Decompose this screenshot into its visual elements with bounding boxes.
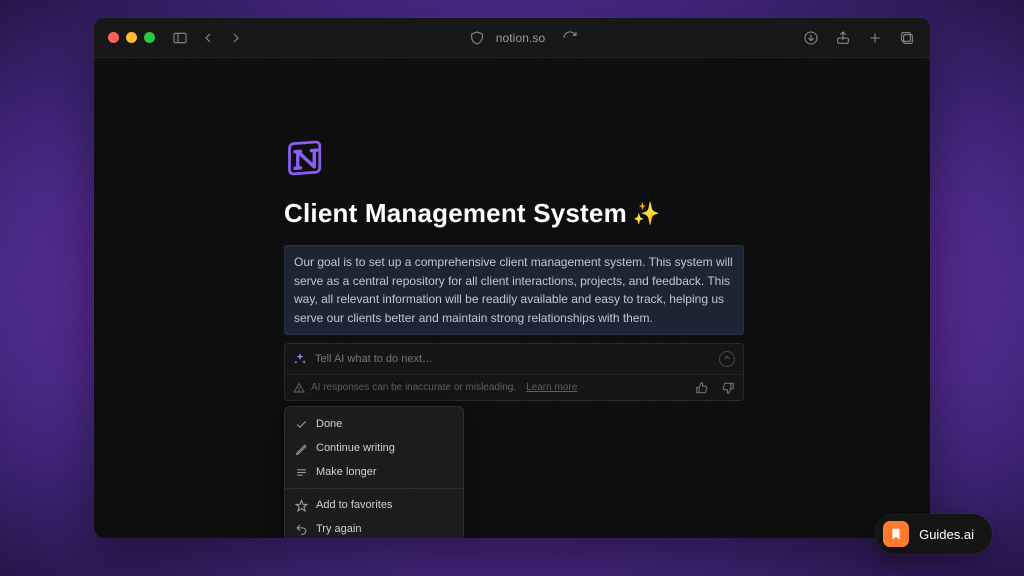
page-content: Client Management System ✨ Our goal is t…: [94, 58, 930, 538]
page-title-text: Client Management System: [284, 198, 627, 229]
notion-logo-icon: [284, 136, 328, 180]
guides-ai-badge[interactable]: Guides.ai: [875, 514, 992, 554]
badge-label: Guides.ai: [919, 527, 974, 542]
thumbs-up-icon[interactable]: [695, 381, 709, 395]
share-icon[interactable]: [834, 29, 852, 47]
ai-actions-menu: Done Continue writing Make longer Add to…: [284, 406, 464, 538]
tabs-icon[interactable]: [898, 29, 916, 47]
menu-item-try-again[interactable]: Try again: [285, 517, 463, 538]
menu-item-make-longer[interactable]: Make longer: [285, 460, 463, 484]
menu-label: Done: [316, 418, 342, 430]
selected-paragraph[interactable]: Our goal is to set up a comprehensive cl…: [284, 245, 744, 335]
ai-disclaimer-text: AI responses can be inaccurate or mislea…: [311, 382, 516, 393]
minimize-window-button[interactable]: [126, 32, 137, 43]
ai-sparkle-icon: [293, 352, 307, 366]
ai-prompt-input[interactable]: [315, 353, 711, 365]
titlebar: notion.so: [94, 18, 930, 58]
shield-icon[interactable]: [468, 29, 486, 47]
menu-label: Add to favorites: [316, 499, 392, 511]
ai-prompt-box: AI responses can be inaccurate or mislea…: [284, 343, 744, 401]
reload-icon[interactable]: [561, 29, 579, 47]
send-button[interactable]: [719, 351, 735, 367]
maximize-window-button[interactable]: [144, 32, 155, 43]
warning-icon: [293, 382, 305, 394]
bookmark-icon: [883, 521, 909, 547]
address-bar[interactable]: notion.so: [496, 31, 546, 45]
undo-icon: [295, 523, 308, 536]
browser-window: notion.so: [94, 18, 930, 538]
menu-item-done[interactable]: Done: [285, 412, 463, 436]
url-text: notion.so: [496, 31, 546, 45]
menu-label: Try again: [316, 523, 361, 535]
learn-more-link[interactable]: Learn more: [526, 382, 577, 393]
menu-label: Continue writing: [316, 442, 395, 454]
lines-icon: [295, 466, 308, 479]
menu-label: Make longer: [316, 466, 377, 478]
sparkles-icon: ✨: [633, 201, 661, 227]
close-window-button[interactable]: [108, 32, 119, 43]
menu-separator: [285, 488, 463, 489]
thumbs-down-icon[interactable]: [721, 381, 735, 395]
downloads-icon[interactable]: [802, 29, 820, 47]
menu-item-add-to-favorites[interactable]: Add to favorites: [285, 493, 463, 517]
page-title: Client Management System ✨: [284, 198, 754, 229]
sidebar-toggle-icon[interactable]: [171, 29, 189, 47]
forward-button[interactable]: [227, 29, 245, 47]
back-button[interactable]: [199, 29, 217, 47]
star-icon: [295, 499, 308, 512]
check-icon: [295, 418, 308, 431]
new-tab-icon[interactable]: [866, 29, 884, 47]
pencil-icon: [295, 442, 308, 455]
traffic-lights: [108, 32, 155, 43]
menu-item-continue-writing[interactable]: Continue writing: [285, 436, 463, 460]
